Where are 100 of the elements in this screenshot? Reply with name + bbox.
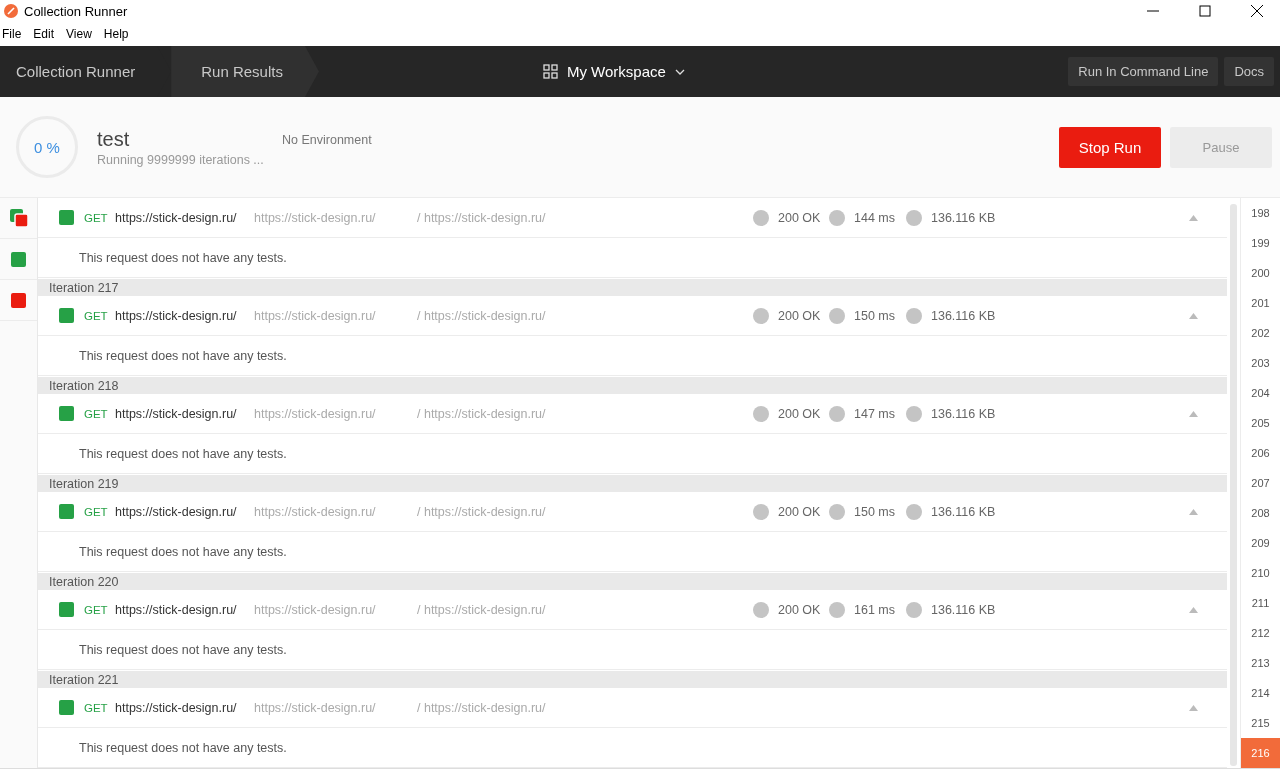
- response-size: 136.116 KB: [931, 308, 996, 323]
- collection-url: https://stick-design.ru/: [254, 308, 377, 323]
- mixed-results-icon: [9, 209, 28, 227]
- request-row[interactable]: GET https://stick-design.ru/ https://stick-design.ru/ / https://stick-design.ru/ 200 OK 161 ms 136.116 KB: [38, 590, 1227, 630]
- response-size: 136.116 KB: [931, 406, 996, 421]
- request-row[interactable]: GET https://stick-design.ru/ https://stick-design.ru/ / https://stick-design.ru/ 200 OK 144 ms 136.116 KB: [38, 198, 1227, 238]
- response-time: 150 ms: [854, 308, 895, 323]
- collapse-caret-icon[interactable]: [1189, 606, 1198, 613]
- iteration-number[interactable]: 201: [1241, 288, 1280, 318]
- iteration-number[interactable]: 200: [1241, 258, 1280, 288]
- iteration-number[interactable]: 213: [1241, 648, 1280, 678]
- request-path: / https://stick-design.ru/: [417, 210, 547, 225]
- response-status: 200 OK: [778, 504, 821, 519]
- tests-message: This request does not have any tests.: [79, 642, 287, 657]
- run-status: Running 9999999 iterations ...: [97, 152, 265, 167]
- passed-square-icon: [11, 251, 26, 267]
- http-method: GET: [84, 603, 109, 616]
- iteration-number[interactable]: 208: [1241, 498, 1280, 528]
- menu-item[interactable]: File: [2, 27, 22, 41]
- collapse-caret-icon[interactable]: [1189, 214, 1198, 221]
- request-path: / https://stick-design.ru/: [417, 602, 547, 617]
- menu-item[interactable]: Help: [103, 27, 129, 41]
- breadcrumb-tab[interactable]: Run Results: [171, 46, 319, 97]
- iteration-header: Iteration 221: [38, 671, 1227, 688]
- menu-item[interactable]: Edit: [33, 27, 55, 41]
- size-dot-icon: [906, 405, 922, 422]
- size-dot-icon: [906, 503, 922, 520]
- request-url: https://stick-design.ru/: [115, 406, 238, 421]
- iteration-number[interactable]: 203: [1241, 348, 1280, 378]
- collapse-caret-icon[interactable]: [1189, 410, 1198, 417]
- http-method: GET: [84, 505, 109, 518]
- collapse-caret-icon[interactable]: [1189, 312, 1198, 319]
- iteration-number[interactable]: 199: [1241, 228, 1280, 258]
- http-method: GET: [84, 407, 109, 420]
- iteration-header: Iteration 219: [38, 475, 1227, 492]
- failed-square-icon: [11, 292, 26, 308]
- iteration-number[interactable]: 202: [1241, 318, 1280, 348]
- run-name: test: [97, 127, 131, 151]
- request-row[interactable]: GET https://stick-design.ru/ https://stick-design.ru/ / https://stick-design.ru/: [38, 688, 1227, 728]
- iteration-number[interactable]: 212: [1241, 618, 1280, 648]
- response-status: 200 OK: [778, 602, 821, 617]
- header-button[interactable]: Run In Command Line: [1068, 57, 1219, 86]
- time-dot-icon: [829, 405, 845, 422]
- collapse-caret-icon[interactable]: [1189, 704, 1198, 711]
- request-path: / https://stick-design.ru/: [417, 700, 547, 715]
- request-path: / https://stick-design.ru/: [417, 504, 547, 519]
- maximize-icon[interactable]: [1199, 5, 1211, 17]
- request-status-icon: [59, 602, 74, 617]
- request-path: / https://stick-design.ru/: [417, 308, 547, 323]
- iteration-number[interactable]: 215: [1241, 708, 1280, 738]
- request-row[interactable]: GET https://stick-design.ru/ https://stick-design.ru/ / https://stick-design.ru/ 200 OK 150 ms 136.116 KB: [38, 296, 1227, 336]
- collection-url: https://stick-design.ru/: [254, 406, 377, 421]
- stop-run-button[interactable]: Stop Run: [1059, 126, 1161, 168]
- iteration-number[interactable]: 209: [1241, 528, 1280, 558]
- workspace-selector[interactable]: My Workspace: [566, 63, 666, 80]
- iteration-number[interactable]: 206: [1241, 438, 1280, 468]
- request-status-icon: [59, 700, 74, 715]
- header-button[interactable]: Docs: [1224, 57, 1274, 86]
- request-row[interactable]: GET https://stick-design.ru/ https://stick-design.ru/ / https://stick-design.ru/ 200 OK 150 ms 136.116 KB: [38, 492, 1227, 532]
- status-dot-icon: [753, 307, 769, 324]
- window-title: Collection Runner: [24, 3, 129, 19]
- collection-url: https://stick-design.ru/: [254, 504, 377, 519]
- http-method: GET: [84, 701, 109, 714]
- size-dot-icon: [906, 307, 922, 324]
- time-dot-icon: [829, 209, 845, 226]
- iteration-number[interactable]: 204: [1241, 378, 1280, 408]
- request-row[interactable]: GET https://stick-design.ru/ https://stick-design.ru/ / https://stick-design.ru/ 200 OK 147 ms 136.116 KB: [38, 394, 1227, 434]
- menu-item[interactable]: View: [66, 27, 92, 41]
- response-status: 200 OK: [778, 308, 821, 323]
- iteration-number[interactable]: 205: [1241, 408, 1280, 438]
- request-url: https://stick-design.ru/: [115, 602, 238, 617]
- status-dot-icon: [753, 405, 769, 422]
- response-time: 147 ms: [854, 406, 895, 421]
- close-icon[interactable]: [1251, 5, 1263, 17]
- http-method: GET: [84, 309, 109, 322]
- iteration-number[interactable]: 210: [1241, 558, 1280, 588]
- response-size: 136.116 KB: [931, 602, 996, 617]
- request-url: https://stick-design.ru/: [115, 700, 238, 715]
- request-status-icon: [59, 504, 74, 519]
- iteration-header: Iteration 218: [38, 377, 1227, 394]
- tests-message: This request does not have any tests.: [79, 446, 287, 461]
- collection-url: https://stick-design.ru/: [254, 602, 377, 617]
- iteration-number[interactable]: 211: [1241, 588, 1280, 618]
- iteration-number[interactable]: 198: [1241, 198, 1280, 228]
- time-dot-icon: [829, 503, 845, 520]
- status-dot-icon: [753, 503, 769, 520]
- time-dot-icon: [829, 307, 845, 324]
- iteration-number[interactable]: 214: [1241, 678, 1280, 708]
- response-status: 200 OK: [778, 406, 821, 421]
- tests-message: This request does not have any tests.: [79, 250, 287, 265]
- tests-message: This request does not have any tests.: [79, 348, 287, 363]
- request-status-icon: [59, 308, 74, 323]
- iteration-number[interactable]: 207: [1241, 468, 1280, 498]
- collapse-caret-icon[interactable]: [1189, 508, 1198, 515]
- chevron-down-icon: [674, 68, 685, 75]
- scrollbar-thumb[interactable]: [1230, 204, 1237, 766]
- collection-url: https://stick-design.ru/: [254, 210, 377, 225]
- status-dot-icon: [753, 209, 769, 226]
- tests-message: This request does not have any tests.: [79, 740, 287, 755]
- response-size: 136.116 KB: [931, 210, 996, 225]
